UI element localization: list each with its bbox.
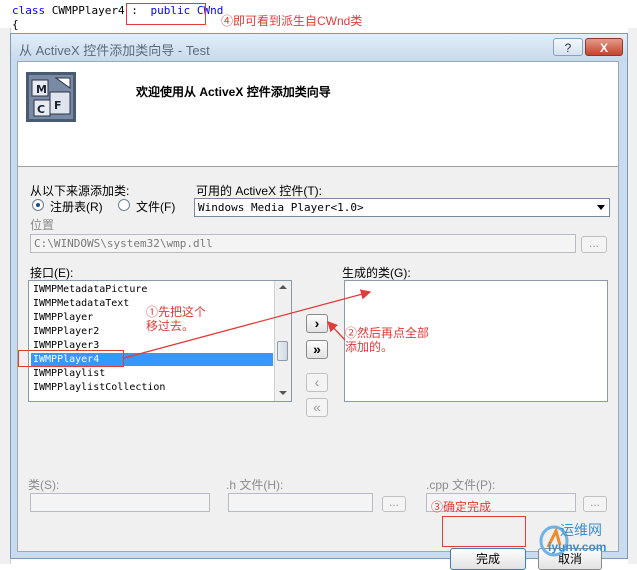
arrow-to-add-all bbox=[327, 321, 346, 341]
arrow-to-generated-list bbox=[123, 289, 372, 359]
watermark-text-url: iyunv.com bbox=[548, 540, 607, 554]
watermark-text-cn: 运维网 bbox=[560, 522, 602, 538]
annotation-arrows bbox=[123, 289, 372, 359]
